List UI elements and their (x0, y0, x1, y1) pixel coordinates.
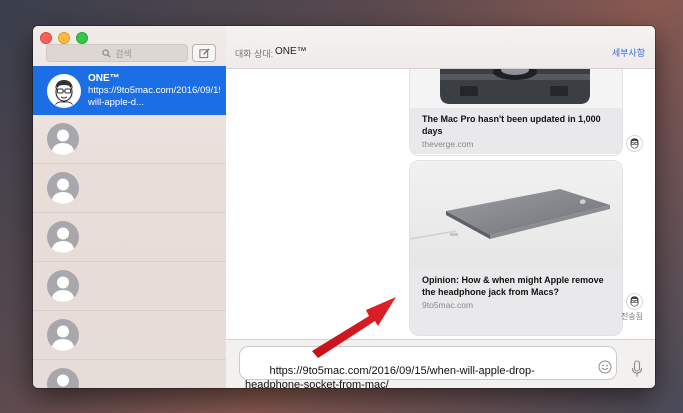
link-domain: 9to5mac.com (422, 300, 474, 310)
link-preview-image (410, 161, 622, 269)
conversation-item[interactable] (33, 115, 226, 164)
messages-window: 검색 ONE™ https://9to5mac.com/2016/09/1 wi… (33, 26, 655, 388)
sidebar: 검색 ONE™ https://9to5mac.com/2016/09/1 wi… (33, 26, 227, 388)
zoom-window-button[interactable] (76, 32, 88, 44)
link-preview-image (410, 69, 622, 108)
contact-avatar (47, 74, 81, 108)
contact-placeholder-avatar (47, 319, 79, 351)
message-input[interactable]: https://9to5mac.com/2016/09/15/when-will… (239, 346, 617, 388)
recipient-label: 대화 상대: (235, 49, 274, 59)
conversation-item[interactable] (33, 213, 226, 262)
link-preview-card[interactable]: The Mac Pro hasn't been updated in 1,000… (409, 69, 623, 156)
conversation-item[interactable] (33, 262, 226, 311)
conversation-pane: 대화 상대: ONE™ 세부사항 The Mac Pro hasn't been… (226, 26, 655, 388)
conversation-preview: https://9to5mac.com/2016/09/15/when-will… (88, 85, 220, 108)
contact-placeholder-avatar (47, 221, 79, 253)
window-controls (40, 32, 88, 44)
link-title: Opinion: How & when might Apple remove t… (422, 275, 604, 297)
delivery-status: 전송됨 (621, 312, 644, 321)
search-placeholder: 검색 (115, 48, 132, 59)
conversation-header: 대화 상대: ONE™ 세부사항 (226, 26, 655, 69)
link-domain: theverge.com (422, 139, 474, 149)
message-input-text: https://9to5mac.com/2016/09/15/when-will… (245, 365, 535, 388)
conversation-item[interactable] (33, 360, 226, 388)
contact-placeholder-avatar (47, 172, 79, 204)
search-field[interactable]: 검색 (46, 44, 188, 62)
close-window-button[interactable] (40, 32, 52, 44)
conversation-item[interactable] (33, 164, 226, 213)
microphone-icon[interactable] (631, 360, 643, 378)
conversation-list: ONE™ https://9to5mac.com/2016/09/15/when… (33, 66, 226, 388)
sender-avatar (626, 293, 643, 310)
message-thread[interactable]: The Mac Pro hasn't been updated in 1,000… (226, 69, 655, 339)
contact-placeholder-avatar (47, 368, 79, 388)
minimize-window-button[interactable] (58, 32, 70, 44)
contact-placeholder-avatar (47, 123, 79, 155)
conversation-item-one[interactable]: ONE™ https://9to5mac.com/2016/09/15/when… (33, 66, 226, 115)
contact-placeholder-avatar (47, 270, 79, 302)
compose-icon (198, 47, 210, 58)
conversation-name: ONE™ (88, 73, 120, 84)
message-composer: https://9to5mac.com/2016/09/15/when-will… (226, 339, 655, 388)
link-title: The Mac Pro hasn't been updated in 1,000… (422, 114, 601, 136)
emoji-icon[interactable] (598, 360, 612, 374)
sender-avatar (626, 135, 643, 152)
compose-button[interactable] (192, 44, 216, 62)
search-icon (102, 48, 111, 58)
link-preview-card[interactable]: Opinion: How & when might Apple remove t… (409, 160, 623, 336)
details-button[interactable]: 세부사항 (612, 46, 645, 59)
recipient-name: ONE™ (275, 46, 307, 57)
conversation-item[interactable] (33, 311, 226, 360)
